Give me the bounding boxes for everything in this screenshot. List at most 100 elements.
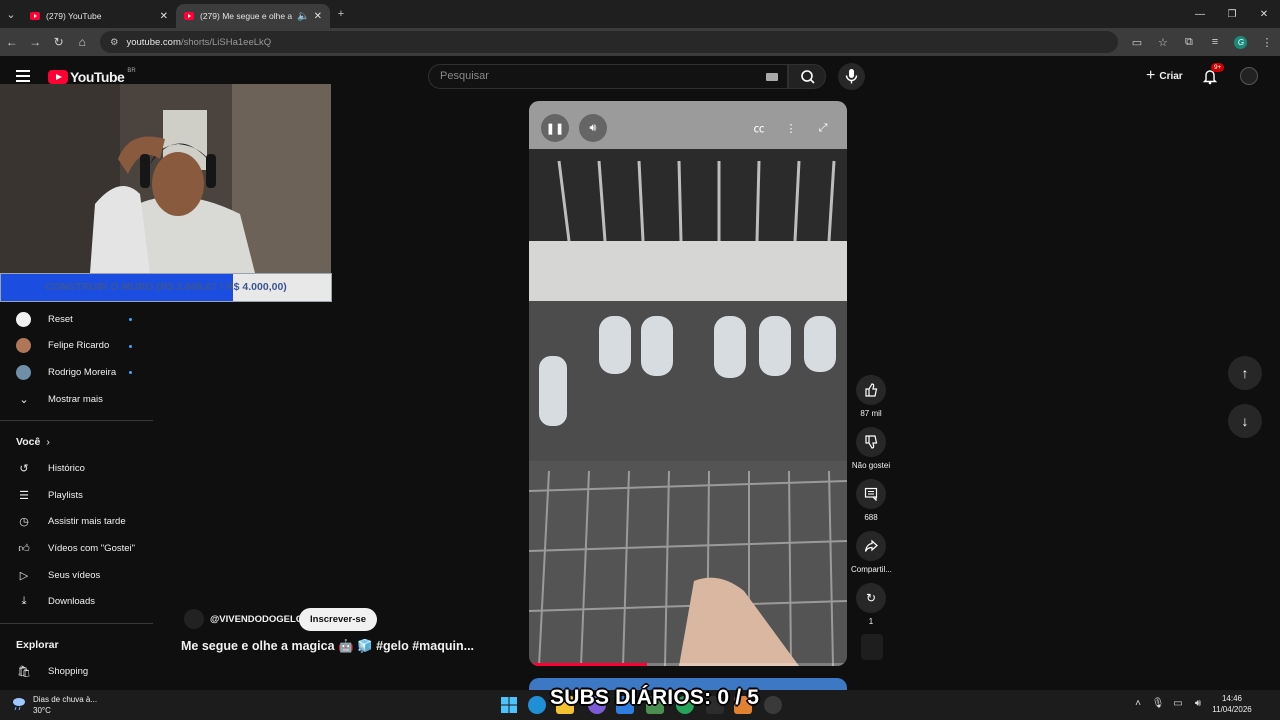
weather-temp: 30°C [33, 706, 51, 715]
home-icon[interactable]: ⌂ [70, 35, 93, 49]
tray-chevron-up-icon[interactable]: ˄ [1128, 698, 1148, 709]
window-controls: — ❐ ✕ [1184, 0, 1280, 28]
pause-icon[interactable]: ❚❚ [541, 114, 569, 142]
new-tab-icon[interactable]: + [330, 8, 352, 20]
short-title[interactable]: Me segue e olhe a magica 🤖 🧊 #gelo #maqu… [181, 639, 474, 654]
sidebar-item-playlists[interactable]: ☰ Playlists [0, 482, 154, 509]
account-avatar[interactable] [1240, 67, 1258, 85]
remix-action[interactable]: ↻ 1 [851, 583, 891, 626]
sound-channel-avatar[interactable] [861, 634, 883, 660]
more-options-icon[interactable]: ⋮ [777, 114, 805, 142]
share-action[interactable]: Compartil... [851, 531, 892, 574]
edge-browser-icon[interactable] [528, 696, 546, 714]
comment-icon[interactable] [856, 479, 886, 509]
thumb-down-icon[interactable] [856, 427, 886, 457]
like-count: 87 mil [860, 409, 882, 418]
sidebar: Reset Felipe Ricardo Rodrigo Moreira ⌄ M… [0, 306, 154, 685]
sidebar-divider [0, 622, 153, 624]
microphone-icon[interactable]: 🎙︎ [1148, 698, 1168, 709]
bookmark-star-icon[interactable]: ☆ [1150, 36, 1176, 49]
weather-widget[interactable]: Dias de chuva à... 30°C [12, 694, 97, 716]
menu-dots-icon[interactable]: ⋮ [1254, 36, 1280, 49]
new-content-dot [129, 318, 132, 321]
sidebar-explore-heading: Explorar [0, 632, 154, 658]
previous-short-button[interactable]: ↑ [1228, 356, 1262, 390]
keyboard-icon[interactable] [766, 73, 778, 81]
url-field[interactable]: ⚙ youtube.com/shorts/LiSHa1eeLkQ [99, 31, 1118, 53]
sidebar-item-watch-later[interactable]: ◷ Assistir mais tarde [0, 509, 154, 536]
speaker-icon[interactable]: 🔈 [297, 11, 309, 22]
video-progress-bar[interactable] [529, 663, 847, 666]
browser-tab-short[interactable]: (279) Me segue e olhe a ma 🔈 ✕ [176, 4, 330, 28]
chevron-down-icon: ⌄ [19, 393, 29, 406]
youtube-logo[interactable]: YouTube BR [48, 68, 136, 85]
captions-icon[interactable]: ㏄ [745, 114, 773, 142]
media-control-icon[interactable]: ≡ [1202, 36, 1228, 48]
search-button[interactable] [788, 64, 826, 89]
profile-avatar[interactable]: G [1228, 35, 1254, 49]
obs-icon[interactable] [764, 696, 782, 714]
youtube-favicon-icon [184, 12, 194, 20]
sidebar-item-label: Assistir mais tarde [48, 516, 126, 528]
tab-close-icon[interactable]: ✕ [314, 11, 322, 22]
tab-close-icon[interactable]: ✕ [160, 11, 168, 22]
create-button[interactable]: + Criar [1136, 64, 1193, 88]
hamburger-menu-icon[interactable] [16, 70, 30, 82]
clock-icon: ◷ [19, 516, 29, 529]
sidebar-item-history[interactable]: ↺ Histórico [0, 455, 154, 482]
chevron-right-icon: › [46, 436, 50, 449]
site-info-icon[interactable]: ⚙ [110, 37, 119, 48]
network-icon[interactable]: ▭ [1168, 698, 1188, 709]
back-icon[interactable]: ← [0, 35, 23, 49]
channel-name[interactable]: @VIVENDODOGELO [210, 614, 303, 625]
notifications-button[interactable]: 9+ [1200, 63, 1225, 86]
sidebar-item-label: Histórico [48, 463, 85, 475]
tab-search-chevron-icon[interactable]: ⌄ [0, 8, 22, 21]
sidebar-item-rodrigo-moreira[interactable]: Rodrigo Moreira [0, 359, 154, 386]
fullscreen-icon[interactable]: ⤢ [809, 114, 837, 142]
clock-time: 14:46 [1221, 694, 1243, 703]
arrow-down-icon: ↓ [1241, 413, 1249, 429]
sidebar-item-felipe-ricardo[interactable]: Felipe Ricardo [0, 333, 154, 360]
you-heading-label: Você [16, 436, 41, 449]
donation-goal-label: CONSTRUIR O MURO (R$ 2.809,67 / R$ 4.000… [45, 281, 287, 293]
restore-icon[interactable]: ❐ [1216, 9, 1248, 20]
microphone-icon [845, 69, 858, 84]
remix-count: 1 [868, 617, 874, 626]
cast-icon[interactable]: ▭ [1124, 36, 1150, 49]
channel-avatar-icon [16, 364, 31, 380]
subscribe-button[interactable]: Inscrever-se [299, 608, 377, 631]
short-video-player[interactable]: ❚❚ 🔊︎ ㏄ ⋮ ⤢ [529, 101, 847, 666]
sidebar-item-reset[interactable]: Reset [0, 306, 154, 333]
dislike-action[interactable]: Não gostei [851, 427, 891, 470]
sidebar-item-shopping[interactable]: 🛍︎ Shopping [0, 658, 154, 685]
like-action[interactable]: 87 mil [851, 375, 891, 418]
reload-icon[interactable]: ↻ [47, 35, 70, 49]
sidebar-item-liked-videos[interactable]: 👍︎ Vídeos com "Gostei" [0, 535, 154, 562]
sidebar-item-downloads[interactable]: ⤓ Downloads [0, 588, 154, 615]
system-tray: ˄ 🎙︎ ▭ 🔊︎ [1128, 698, 1208, 709]
playlist-icon: ☰ [19, 489, 29, 502]
volume-icon[interactable]: 🔊︎ [579, 114, 607, 142]
system-clock[interactable]: 14:46 11/04/2026 [1200, 693, 1264, 715]
channel-avatar[interactable] [184, 609, 204, 629]
sidebar-you-heading[interactable]: Você › [0, 429, 154, 455]
voice-search-button[interactable] [838, 63, 865, 90]
windows-start-icon[interactable] [500, 696, 518, 714]
url-host: youtube.com [126, 36, 181, 48]
youtube-favicon-icon [30, 12, 40, 20]
next-short-button[interactable]: ↓ [1228, 404, 1262, 438]
minimize-icon[interactable]: — [1184, 9, 1216, 20]
thumb-up-icon[interactable] [856, 375, 886, 405]
show-more-button[interactable]: ⌄ Mostrar mais [0, 386, 154, 413]
sidebar-item-your-videos[interactable]: ▷ Seus vídeos [0, 562, 154, 589]
remix-icon[interactable]: ↻ [856, 583, 886, 613]
share-icon[interactable] [856, 531, 886, 561]
close-window-icon[interactable]: ✕ [1248, 9, 1280, 20]
extensions-icon[interactable]: ⧉ [1176, 36, 1202, 49]
search-input[interactable]: Pesquisar [428, 64, 788, 89]
comments-action[interactable]: 688 [851, 479, 891, 522]
browser-tab-youtube[interactable]: (279) YouTube ✕ [22, 4, 176, 28]
url-path: /shorts/LiSHa1eeLkQ [180, 36, 272, 48]
forward-icon[interactable]: → [23, 35, 46, 49]
